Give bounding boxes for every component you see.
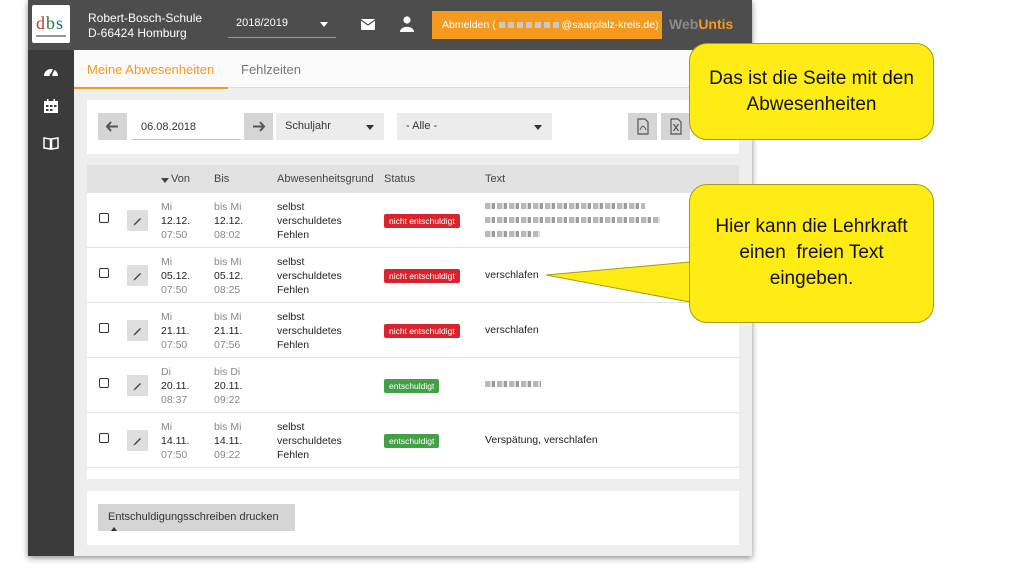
callout-line: Abwesenheiten — [746, 94, 877, 115]
callout-line: einen freien Text — [739, 242, 884, 263]
callout-line: eingeben. — [769, 268, 854, 289]
callout-line: Das ist die Seite mit den — [709, 68, 914, 89]
callout-free-text: Hier kann die Lehrkraft einen freien Tex… — [689, 184, 934, 323]
slide: d b s Robert-Bosch-Schule D-66424 Hombur… — [0, 0, 1024, 576]
callout-page-info: Das ist die Seite mit den Abwesenheiten — [689, 43, 934, 140]
callout-line: Hier kann die Lehrkraft — [715, 216, 908, 237]
